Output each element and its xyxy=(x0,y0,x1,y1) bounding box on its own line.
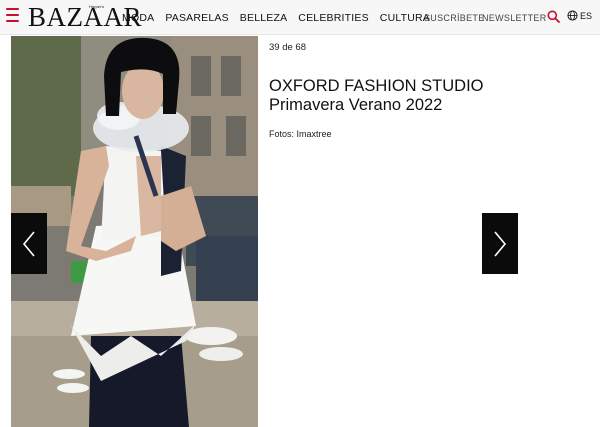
site-logo-prefix: Harper's xyxy=(89,4,104,9)
top-navigation-bar: BAZAAR Harper's MODA PASARELAS BELLEZA C… xyxy=(0,0,600,35)
nav-item-cultura[interactable]: CULTURA xyxy=(380,12,430,24)
subscribe-link[interactable]: SUSCRÍBETE xyxy=(424,13,485,23)
main-nav: MODA PASARELAS BELLEZA CELEBRITIES CULTU… xyxy=(122,0,441,35)
newsletter-wrapper: NEWSLETTER xyxy=(482,0,547,35)
gallery-title-line1: OXFORD FASHION STUDIO xyxy=(269,77,484,95)
hamburger-menu-icon[interactable] xyxy=(6,8,19,22)
nav-item-belleza[interactable]: BELLEZA xyxy=(240,12,288,24)
globe-icon xyxy=(567,10,578,21)
nav-item-celebrities[interactable]: CELEBRITIES xyxy=(298,12,368,24)
runway-photo-illustration xyxy=(11,36,258,427)
gallery-title: OXFORD FASHION STUDIO Primavera Verano 2… xyxy=(269,77,569,115)
nav-item-pasarelas[interactable]: PASARELAS xyxy=(165,12,228,24)
gallery-photo xyxy=(11,36,258,427)
photo-credit: Fotos: Imaxtree xyxy=(269,129,332,139)
language-selector[interactable]: ES xyxy=(567,10,592,21)
nav-item-moda[interactable]: MODA xyxy=(122,12,154,24)
chevron-left-icon xyxy=(22,230,35,257)
search-icon[interactable] xyxy=(547,10,560,23)
photo-counter: 39 de 68 xyxy=(269,42,306,53)
newsletter-link[interactable]: NEWSLETTER xyxy=(482,13,547,23)
gallery-title-line2: Primavera Verano 2022 xyxy=(269,96,443,114)
subscribe-wrapper: SUSCRÍBETE xyxy=(424,0,485,35)
chevron-right-icon xyxy=(494,230,507,257)
previous-photo-button[interactable] xyxy=(11,213,47,274)
next-photo-button[interactable] xyxy=(482,213,518,274)
language-label: ES xyxy=(580,10,593,21)
